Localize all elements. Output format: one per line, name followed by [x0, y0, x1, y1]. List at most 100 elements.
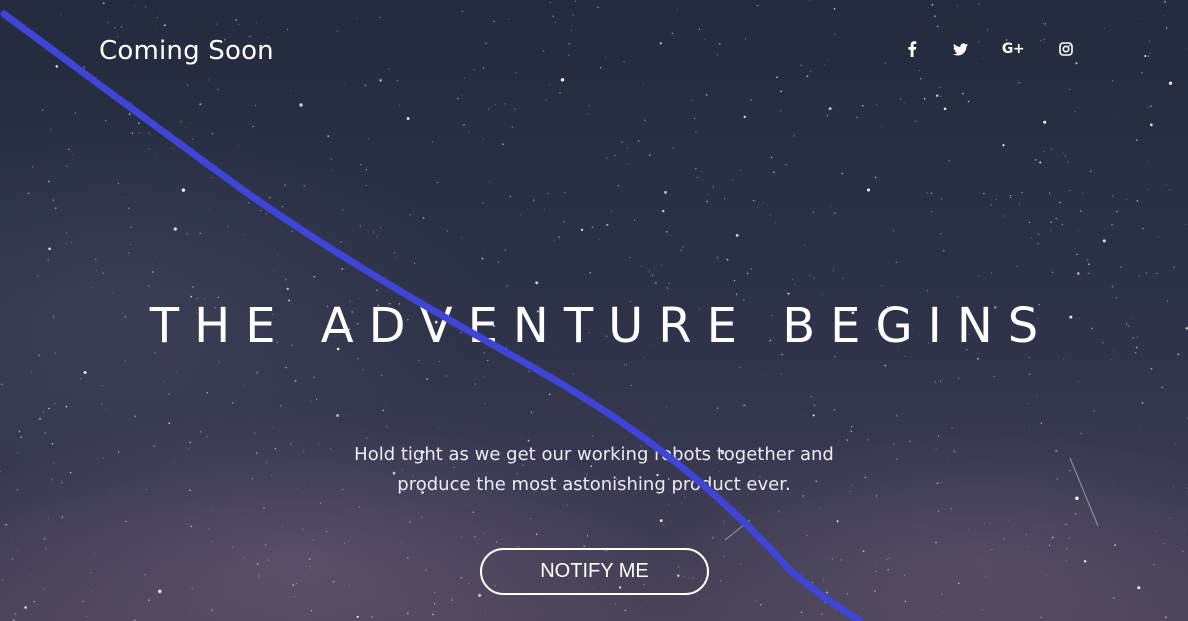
- star: [618, 380, 620, 382]
- star: [368, 138, 370, 140]
- star: [71, 242, 73, 244]
- star: [1056, 478, 1059, 480]
- facebook-icon: [908, 41, 917, 57]
- star: [659, 519, 663, 522]
- star: [54, 403, 56, 404]
- star: [544, 209, 545, 211]
- star: [930, 192, 933, 194]
- star: [640, 265, 643, 267]
- star: [521, 437, 523, 439]
- star: [1039, 161, 1042, 164]
- star: [1040, 616, 1042, 618]
- star: [218, 361, 220, 363]
- star: [461, 237, 463, 239]
- star: [1147, 106, 1149, 108]
- star: [668, 504, 670, 506]
- star: [508, 18, 510, 20]
- star: [61, 516, 63, 518]
- facebook-link[interactable]: [904, 38, 920, 60]
- star: [258, 575, 260, 577]
- star: [286, 29, 288, 30]
- star: [528, 370, 530, 373]
- star: [438, 426, 439, 428]
- star: [473, 68, 475, 71]
- star: [717, 54, 719, 56]
- star: [1066, 560, 1068, 561]
- star: [33, 600, 36, 603]
- star: [672, 147, 674, 149]
- star: [1112, 597, 1115, 599]
- star: [210, 510, 212, 512]
- star: [90, 571, 92, 573]
- star: [1055, 450, 1058, 452]
- star: [54, 207, 57, 210]
- star: [358, 506, 360, 508]
- star: [310, 400, 312, 402]
- star: [931, 210, 933, 213]
- star: [833, 355, 836, 358]
- star: [1168, 189, 1170, 191]
- star: [592, 400, 594, 403]
- star: [495, 103, 497, 105]
- star: [1147, 55, 1150, 57]
- star: [821, 293, 823, 294]
- star: [345, 415, 347, 417]
- star: [726, 258, 729, 261]
- star: [583, 545, 586, 547]
- star: [599, 66, 602, 69]
- star: [504, 249, 507, 251]
- star: [336, 414, 340, 417]
- star: [1048, 544, 1050, 546]
- star: [850, 430, 853, 433]
- star: [809, 274, 811, 276]
- star: [666, 230, 668, 233]
- star: [861, 104, 864, 107]
- star: [1074, 111, 1076, 113]
- star: [649, 271, 651, 273]
- star: [953, 450, 955, 452]
- star: [189, 441, 192, 444]
- star: [385, 401, 386, 403]
- star: [381, 374, 383, 376]
- star: [824, 601, 827, 603]
- star: [716, 256, 719, 259]
- star: [846, 593, 849, 595]
- star: [733, 279, 736, 282]
- star: [112, 292, 113, 294]
- star: [1111, 224, 1113, 226]
- star: [950, 507, 953, 510]
- star: [362, 369, 364, 371]
- star: [1052, 527, 1054, 529]
- star: [460, 576, 462, 579]
- star: [926, 192, 928, 194]
- star: [41, 109, 44, 111]
- star: [17, 550, 19, 552]
- star: [719, 43, 721, 45]
- star: [736, 293, 738, 295]
- star: [425, 569, 428, 571]
- notify-me-button[interactable]: NOTIFY ME: [480, 548, 709, 595]
- star: [605, 224, 608, 226]
- star: [406, 612, 409, 615]
- star: [1040, 422, 1043, 424]
- star: [488, 108, 490, 110]
- star: [1018, 81, 1020, 84]
- star: [148, 148, 150, 150]
- star: [978, 3, 980, 5]
- star: [813, 404, 816, 406]
- star: [184, 127, 186, 129]
- star: [476, 542, 478, 544]
- star: [1158, 236, 1159, 238]
- star: [780, 90, 782, 93]
- twitter-link[interactable]: [950, 38, 970, 60]
- star: [962, 92, 964, 95]
- google-plus-link[interactable]: G+: [1000, 38, 1026, 60]
- star: [887, 569, 889, 571]
- star: [800, 611, 803, 614]
- star: [923, 97, 926, 100]
- star: [482, 138, 484, 140]
- star: [356, 615, 359, 618]
- star: [630, 384, 632, 387]
- instagram-link[interactable]: [1057, 38, 1075, 60]
- brand-title[interactable]: Coming Soon: [99, 36, 274, 66]
